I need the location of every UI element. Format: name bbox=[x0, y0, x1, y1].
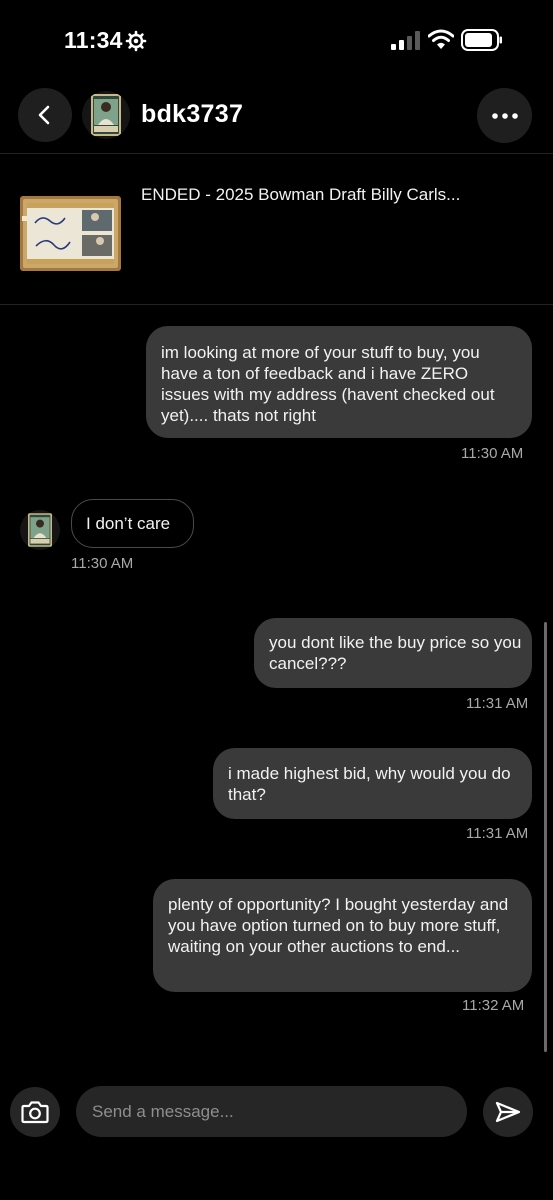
message-timestamp: 11:31 AM bbox=[466, 695, 529, 712]
message-input[interactable] bbox=[76, 1086, 467, 1137]
message-bubble-incoming[interactable]: I don’t care bbox=[71, 499, 194, 548]
avatar[interactable] bbox=[82, 91, 130, 139]
camera-icon bbox=[21, 1101, 49, 1124]
signal-icon bbox=[391, 31, 420, 50]
message-timestamp: 11:32 AM bbox=[462, 997, 525, 1014]
listing-title: ENDED - 2025 Bowman Draft Billy Carls... bbox=[141, 185, 461, 204]
send-icon bbox=[495, 1101, 521, 1123]
message-timestamp: 11:30 AM bbox=[461, 445, 524, 462]
message-text: i made highest bid, why would you do tha… bbox=[228, 764, 511, 804]
sender-avatar[interactable] bbox=[20, 510, 60, 550]
back-button[interactable] bbox=[18, 88, 72, 142]
message-timestamp: 11:31 AM bbox=[466, 825, 529, 842]
message-text: you dont like the buy price so you cance… bbox=[269, 633, 522, 673]
message-bubble-outgoing[interactable]: im looking at more of your stuff to buy,… bbox=[146, 326, 532, 438]
battery-icon bbox=[461, 29, 502, 51]
back-arrow-icon bbox=[38, 105, 50, 125]
message-bubble-outgoing[interactable]: you dont like the buy price so you cance… bbox=[254, 618, 532, 688]
chat-screen: 11:34 bdk3737 ENDED - 2025 Bowman Draft … bbox=[0, 0, 553, 1200]
chat-username[interactable]: bdk3737 bbox=[141, 100, 243, 129]
listing-item[interactable]: ENDED - 2025 Bowman Draft Billy Carls... bbox=[0, 154, 553, 305]
message-bubble-outgoing[interactable]: i made highest bid, why would you do tha… bbox=[213, 748, 532, 819]
more-dots-icon bbox=[491, 112, 518, 119]
gear-icon bbox=[125, 30, 147, 52]
scrollbar[interactable] bbox=[544, 622, 547, 1052]
camera-button[interactable] bbox=[10, 1087, 60, 1137]
card-avatar-image bbox=[91, 94, 121, 136]
status-time: 11:34 bbox=[64, 27, 123, 53]
listing-thumbnail bbox=[20, 196, 121, 271]
message-bubble-outgoing[interactable]: plenty of opportunity? I bought yesterda… bbox=[153, 879, 532, 992]
status-bar: 11:34 bbox=[0, 0, 553, 80]
message-text: I don’t care bbox=[86, 514, 171, 533]
send-button[interactable] bbox=[483, 1087, 533, 1137]
message-timestamp: 11:30 AM bbox=[71, 555, 134, 572]
card-avatar-image bbox=[28, 513, 52, 547]
chat-header: bdk3737 bbox=[0, 80, 553, 154]
wifi-icon bbox=[428, 29, 454, 49]
more-options-button[interactable] bbox=[477, 88, 532, 143]
message-text: plenty of opportunity? I bought yesterda… bbox=[168, 895, 509, 956]
message-text: im looking at more of your stuff to buy,… bbox=[161, 343, 495, 425]
